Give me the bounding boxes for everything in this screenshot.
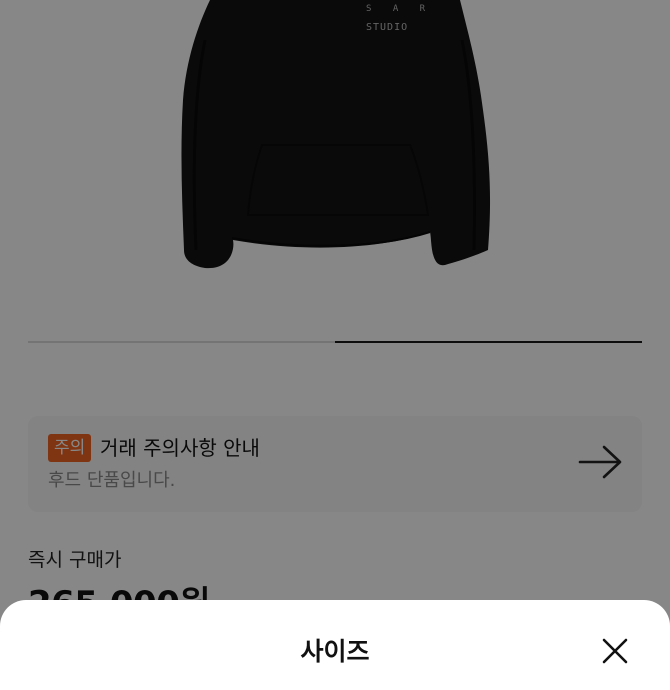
close-icon[interactable]: [600, 636, 630, 666]
modal-overlay[interactable]: [0, 0, 670, 670]
size-bottom-sheet: 사이즈: [0, 600, 670, 690]
sheet-title: 사이즈: [300, 637, 370, 666]
